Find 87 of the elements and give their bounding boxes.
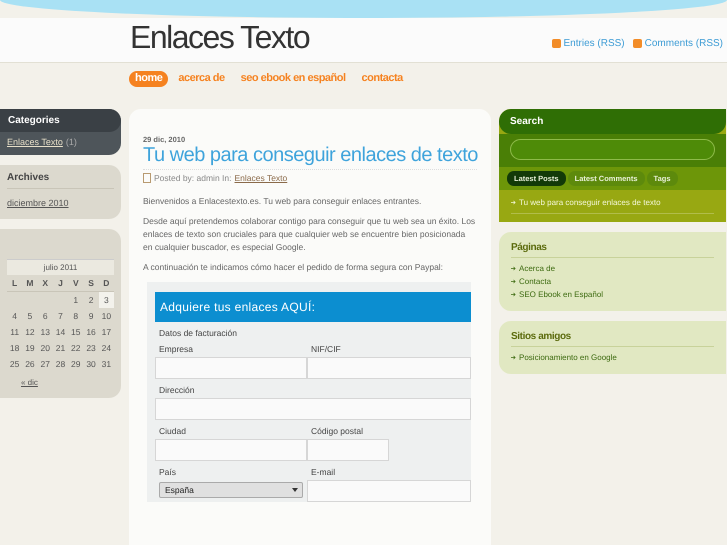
calendar-day: 8 (68, 308, 84, 324)
page-link[interactable]: Posicionamiento en Google (519, 353, 617, 362)
panel-title: Categories (0, 109, 121, 132)
input-field[interactable] (155, 439, 307, 461)
input-field[interactable] (307, 439, 389, 461)
archive-link[interactable]: diciembre 2010 (7, 198, 69, 208)
calendar-day: 18 (7, 340, 22, 356)
page-link[interactable]: Contacta (519, 277, 552, 286)
panel-title: Sitios amigos (511, 331, 714, 347)
calendar-day: 14 (52, 324, 68, 340)
calendar-day: 26 (22, 356, 38, 372)
panel-title: Páginas (511, 242, 714, 258)
field-label: NIF/CIF (310, 343, 342, 356)
calendar-day: 1 (68, 292, 84, 308)
search-field[interactable] (510, 139, 715, 160)
field-label: Ciudad (158, 425, 187, 438)
weekday-label: J (52, 275, 68, 292)
post-title[interactable]: Tu web para conseguir enlaces de texto (143, 144, 477, 170)
calendar-day: 7 (52, 308, 68, 324)
panel-title: Archives (7, 169, 114, 189)
post-count: (1) (66, 137, 77, 147)
document-icon (143, 173, 151, 183)
field-label: Código postal (310, 425, 364, 438)
calendar-day: 20 (38, 340, 53, 356)
weekday-label: S (83, 275, 99, 292)
panel-title: Search (499, 109, 726, 134)
category-link[interactable]: Enlaces Texto (7, 137, 63, 147)
page-link[interactable]: SEO Ebook en Español (519, 290, 604, 299)
field-label: País (158, 466, 178, 479)
rss-link[interactable]: Comments (RSS) (632, 38, 723, 49)
calendar-day: 24 (98, 340, 114, 356)
post-meta: Posted by: admin In: (154, 173, 232, 183)
paragraph: Desde aquí pretendemos colaborar contigo para conseguir que tu web sea un éxito. Los enlaces de texto son cruciales para que cualquier web se encuentre bien posicionada en cualquier buscador, es especial Google. (143, 215, 476, 254)
calendar-caption: julio 2011 (7, 259, 114, 275)
calendar-day: 27 (38, 356, 53, 372)
form-heading: Adquiere tus enlaces AQUÍ: (155, 292, 471, 322)
calendar-day: 3 (98, 292, 114, 308)
calendar-day: 21 (52, 340, 68, 356)
calendar-day: 4 (7, 308, 22, 324)
calendar-day: 23 (83, 340, 99, 356)
paragraph: Bienvenidos a Enlacestexto.es. Tu web para conseguir enlaces entrantes. (143, 195, 422, 208)
calendar-day: 22 (68, 340, 84, 356)
weekday-label: M (22, 275, 38, 292)
calendar-day: 9 (83, 308, 99, 324)
calendar-day: 15 (68, 324, 84, 340)
form-section-label: Datos de facturación (158, 327, 238, 338)
site-title: Enlaces Texto (130, 19, 310, 56)
country-dropdown[interactable]: España (159, 482, 303, 498)
paragraph: A continuación te indicamos cómo hacer el pedido de forma segura con Paypal: (143, 261, 444, 274)
rss-icon (632, 39, 642, 48)
arrow-icon (511, 200, 516, 205)
weekday-label: V (68, 275, 84, 292)
field-label: Dirección (158, 384, 196, 397)
arrow-icon (511, 266, 516, 271)
page-link[interactable]: Acerca de (519, 264, 556, 273)
calendar-day: 30 (83, 356, 99, 372)
calendar-day: 16 (83, 324, 99, 340)
calendar-day: 29 (68, 356, 84, 372)
rss-link[interactable]: Entries (RSS) (552, 38, 625, 49)
calendar-day: 10 (98, 308, 114, 324)
input-field[interactable] (307, 480, 471, 502)
input-field[interactable] (307, 357, 471, 379)
arrow-icon (511, 279, 516, 284)
calendar-day: 28 (52, 356, 68, 372)
input-field[interactable] (155, 357, 307, 379)
calendar-day: 31 (98, 356, 114, 372)
nav-link[interactable]: home (129, 71, 168, 87)
arrow-icon (511, 292, 516, 297)
weekday-label: X (38, 275, 53, 292)
field-label: E-mail (310, 466, 336, 479)
input-field[interactable] (155, 398, 471, 420)
previous-month-link[interactable]: « dic (21, 378, 38, 387)
calendar-day: 13 (38, 324, 53, 340)
rss-icon (552, 39, 561, 48)
calendar-day: 11 (7, 324, 22, 340)
category-link[interactable]: Enlaces Texto (234, 173, 288, 183)
arrow-icon (511, 355, 516, 360)
calendar-day: 17 (98, 324, 114, 340)
caret-icon (292, 488, 298, 492)
weekday-label: L (7, 275, 22, 292)
calendar-day: 5 (22, 308, 38, 324)
calendar-day: 6 (38, 308, 53, 324)
calendar-day: 2 (83, 292, 99, 308)
calendar-day: 25 (7, 356, 22, 372)
calendar-day: 12 (22, 324, 38, 340)
field-label: Empresa (158, 343, 194, 356)
calendar-day: 19 (22, 340, 38, 356)
